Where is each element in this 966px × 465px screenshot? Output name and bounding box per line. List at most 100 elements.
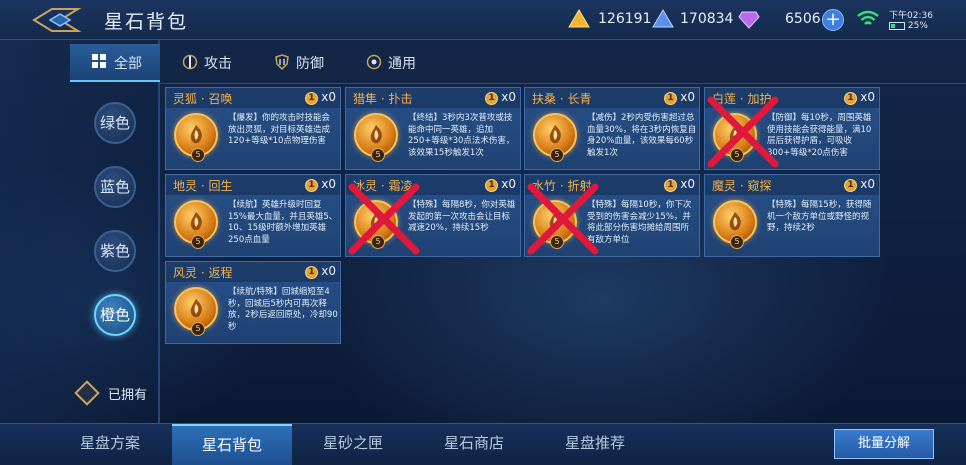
gem-count: x0 xyxy=(501,177,516,191)
gem-card[interactable]: 地灵 · 回生 1 x0 5 【续航】英雄升级时回复15%最大血量，并且英雄5、10、1… xyxy=(165,174,341,257)
tab-attack[interactable]: 攻击 xyxy=(160,44,252,82)
gem-card[interactable]: 冰灵 · 霜凌 1 x0 5 【特殊】每隔8秒，你对英雄发起的第一次攻击会让目标减速20… xyxy=(345,174,521,257)
tab-defense[interactable]: 防御 xyxy=(252,44,344,82)
shield-icon xyxy=(275,54,289,70)
gem-count: x0 xyxy=(680,90,695,104)
gem-level-badge: 5 xyxy=(550,235,564,249)
gem-card-header: 风灵 · 返程 1 x0 xyxy=(166,262,340,282)
gem-description: 【终结】3秒内3次普攻或技能命中同一英雄，追加250+等级*30点法术伤害，该效… xyxy=(408,113,515,158)
gem-level-badge: 5 xyxy=(191,235,205,249)
gem-name: 猎隼 · 扑击 xyxy=(353,92,413,106)
tab-star-bag[interactable]: 星石背包 xyxy=(172,424,292,465)
gem-level-badge: 5 xyxy=(371,235,385,249)
gem-card[interactable]: 扶桑 · 长青 1 x0 5 【减伤】2秒内受伤害超过总血量30%，将在3秒内恢复自身2… xyxy=(524,87,700,170)
gem-name: 风灵 · 返程 xyxy=(173,266,233,280)
gem-name: 地灵 · 回生 xyxy=(173,179,233,193)
coupon-amount: 170834 xyxy=(680,11,734,27)
gem-description: 【特殊】每隔15秒，获得随机一个敌方单位或野怪的视野，持续2秒 xyxy=(767,200,872,233)
gem-count-icon: 1 xyxy=(664,179,677,192)
general-icon xyxy=(366,54,382,70)
gem-count-icon: 1 xyxy=(485,92,498,105)
gem-level-badge: 5 xyxy=(730,235,744,249)
gem-count: x0 xyxy=(860,90,875,104)
tab-all-label: 全部 xyxy=(114,56,142,72)
gem-count-icon: 1 xyxy=(664,92,677,105)
gem-name: 灵狐 · 召唤 xyxy=(173,92,233,106)
gem-level-badge: 5 xyxy=(191,148,205,162)
gem-description: 【续航】英雄升级时回复15%最大血量，并且英雄5、10、15级时额外增加英雄25… xyxy=(228,200,338,245)
gem-card[interactable]: 白莲 · 加护 1 x0 5 【防御】每10秒，周围英雄使用技能会获得能量，满10层后获… xyxy=(704,87,880,170)
gem-count: x0 xyxy=(321,90,336,104)
tab-all[interactable]: 全部 xyxy=(70,44,160,82)
tab-star-sand-box[interactable]: 星砂之匣 xyxy=(293,424,413,465)
gem-description: 【爆发】你的攻击时技能会放出灵狐，对目标英雄造成120+等级*10点物理伤害 xyxy=(228,113,331,146)
gem-name: 水竹 · 折射 xyxy=(532,179,592,193)
gem-name: 扶桑 · 长青 xyxy=(532,92,592,106)
gem-card-header: 猎隼 · 扑击 1 x0 xyxy=(346,88,520,108)
top-bar: 星石背包 126191 170834 6506 + 下午02:36 25% xyxy=(0,0,966,40)
owned-label: 已拥有 xyxy=(108,388,148,403)
gem-description: 【特殊】每隔10秒，你下次受到的伤害会减少15%，并将此部分伤害均摊给周围所有敌… xyxy=(587,200,692,245)
bottom-bar: 星盘方案 星石背包 星砂之匣 星石商店 星盘推荐 xyxy=(0,423,966,465)
tab-star-plan[interactable]: 星盘方案 xyxy=(50,424,170,465)
gem-name: 白莲 · 加护 xyxy=(712,92,772,106)
tab-defense-label: 防御 xyxy=(296,56,324,72)
filter-blue[interactable]: 蓝色 xyxy=(94,166,136,208)
gem-count-icon: 1 xyxy=(305,179,318,192)
gem-description: 【减伤】2秒内受伤害超过总血量30%，将在3秒内恢复自身20%血量，该效果每60… xyxy=(587,113,697,158)
gem-description: 【续航/特殊】回城缩短至4秒，回城后5秒内可再次释放，2秒后返回原处，冷却90秒 xyxy=(228,287,338,332)
gem-card-header: 冰灵 · 霜凌 1 x0 xyxy=(346,175,520,195)
filter-orange[interactable]: 橙色 xyxy=(94,294,136,336)
gem-card-header: 灵狐 · 召唤 1 x0 xyxy=(166,88,340,108)
tab-star-shop[interactable]: 星石商店 xyxy=(414,424,534,465)
gem-card-header: 魔灵 · 窥探 1 x0 xyxy=(705,175,879,195)
clock: 下午02:36 xyxy=(889,11,933,21)
battery-icon xyxy=(889,21,905,30)
attack-icon xyxy=(182,54,198,70)
gem-card-header: 扶桑 · 长青 1 x0 xyxy=(525,88,699,108)
tab-attack-label: 攻击 xyxy=(204,56,232,72)
gem-count-icon: 1 xyxy=(305,92,318,105)
gem-count: x0 xyxy=(680,177,695,191)
gem-card-header: 白莲 · 加护 1 x0 xyxy=(705,88,879,108)
tabs-divider xyxy=(160,83,966,84)
gem-level-badge: 5 xyxy=(730,148,744,162)
filter-green[interactable]: 绿色 xyxy=(94,102,136,144)
gem-card[interactable]: 灵狐 · 召唤 1 x0 5 【爆发】你的攻击时技能会放出灵狐，对目标英雄造成120+等… xyxy=(165,87,341,170)
gem-level-badge: 5 xyxy=(191,322,205,336)
gem-card-header: 水竹 · 折射 1 x0 xyxy=(525,175,699,195)
gem-card[interactable]: 猎隼 · 扑击 1 x0 5 【终结】3秒内3次普攻或技能命中同一英雄，追加250+等级… xyxy=(345,87,521,170)
gem-name: 魔灵 · 窥探 xyxy=(712,179,772,193)
gem-count-icon: 1 xyxy=(844,92,857,105)
wifi-icon xyxy=(857,10,879,25)
gold-icon xyxy=(568,9,590,28)
tab-general[interactable]: 通用 xyxy=(344,44,436,82)
gem-count-icon: 1 xyxy=(305,266,318,279)
gem-count-icon: 1 xyxy=(844,179,857,192)
page-title: 星石背包 xyxy=(104,11,189,33)
gem-level-badge: 5 xyxy=(371,148,385,162)
gem-count: x0 xyxy=(860,177,875,191)
diamond-amount: 6506 xyxy=(785,11,821,27)
gem-count: x0 xyxy=(321,264,336,278)
bulk-decompose-button[interactable]: 批量分解 xyxy=(834,429,934,459)
gem-card[interactable]: 风灵 · 返程 1 x0 5 【续航/特殊】回城缩短至4秒，回城后5秒内可再次释放，2秒… xyxy=(165,261,341,344)
tab-star-recommend[interactable]: 星盘推荐 xyxy=(535,424,655,465)
sidebar xyxy=(0,40,160,423)
gold-amount: 126191 xyxy=(598,11,652,27)
sidebar-divider xyxy=(158,40,160,423)
gem-card[interactable]: 水竹 · 折射 1 x0 5 【特殊】每隔10秒，你下次受到的伤害会减少15%，并将此部… xyxy=(524,174,700,257)
coupon-icon xyxy=(652,9,674,28)
gem-count: x0 xyxy=(321,177,336,191)
diamond-icon xyxy=(738,11,760,29)
add-diamond-button[interactable]: + xyxy=(822,9,844,31)
filter-purple[interactable]: 紫色 xyxy=(94,230,136,272)
gem-count-icon: 1 xyxy=(485,179,498,192)
gem-description: 【防御】每10秒，周围英雄使用技能会获得能量，满10层后获得护盾，可吸收300+… xyxy=(767,113,872,158)
tab-general-label: 通用 xyxy=(388,56,416,72)
gem-count: x0 xyxy=(501,90,516,104)
back-arrow-icon[interactable] xyxy=(30,6,82,34)
gem-card[interactable]: 魔灵 · 窥探 1 x0 5 【特殊】每隔15秒，获得随机一个敌方单位或野怪的视野，持续… xyxy=(704,174,880,257)
battery-level: 25% xyxy=(889,21,928,31)
gem-name: 冰灵 · 霜凌 xyxy=(353,179,413,193)
